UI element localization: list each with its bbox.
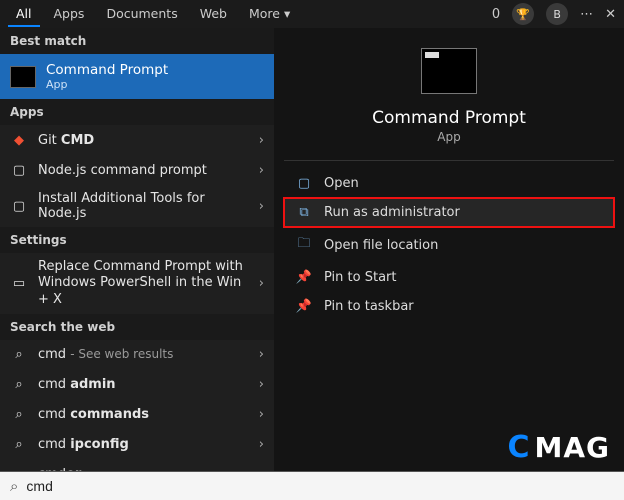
settings-icon: ▭ bbox=[10, 274, 28, 292]
settings-header: Settings bbox=[0, 227, 274, 253]
web-header: Search the web bbox=[0, 314, 274, 340]
search-input[interactable] bbox=[26, 478, 614, 494]
chevron-right-icon: › bbox=[259, 377, 264, 392]
command-prompt-icon bbox=[10, 66, 36, 88]
pin-icon: 📌 bbox=[296, 299, 312, 314]
tab-all[interactable]: All bbox=[8, 2, 40, 27]
preview-subtitle: App bbox=[437, 130, 460, 144]
chevron-right-icon: › bbox=[259, 276, 264, 291]
terminal-icon: ▢ bbox=[10, 197, 28, 215]
settings-item-replace-cmd[interactable]: ▭ Replace Command Prompt with Windows Po… bbox=[0, 253, 274, 314]
options-icon[interactable]: ⋯ bbox=[580, 7, 593, 22]
search-icon: ⌕ bbox=[10, 477, 18, 495]
search-icon: ⌕ bbox=[10, 376, 28, 394]
tab-more[interactable]: More ▾ bbox=[241, 2, 298, 27]
command-prompt-large-icon bbox=[421, 48, 477, 94]
web-item-cmd-ipconfig[interactable]: ⌕ cmd ipconfig › bbox=[0, 430, 274, 460]
open-icon: ▢ bbox=[296, 176, 312, 191]
watermark-logo: CMAG bbox=[507, 430, 610, 465]
rewards-points[interactable]: 0 bbox=[492, 7, 500, 22]
admin-icon: ⧉ bbox=[296, 205, 312, 220]
best-match-subtitle: App bbox=[46, 78, 168, 91]
chevron-right-icon: › bbox=[259, 163, 264, 178]
web-item-cmd[interactable]: ⌕ cmd - See web results › bbox=[0, 340, 274, 370]
terminal-icon: ▢ bbox=[10, 161, 28, 179]
divider bbox=[284, 160, 614, 161]
search-icon: ⌕ bbox=[10, 346, 28, 364]
action-open[interactable]: ▢ Open bbox=[284, 169, 614, 198]
app-item-nodejs-tools[interactable]: ▢ Install Additional Tools for Node.js › bbox=[0, 185, 274, 227]
chevron-right-icon: › bbox=[259, 437, 264, 452]
preview-title: Command Prompt bbox=[372, 108, 526, 128]
rewards-icon[interactable]: 🏆 bbox=[512, 3, 534, 25]
close-icon[interactable]: ✕ bbox=[605, 7, 616, 22]
action-run-as-administrator[interactable]: ⧉ Run as administrator bbox=[284, 198, 614, 227]
tab-web[interactable]: Web bbox=[192, 2, 235, 27]
chevron-right-icon: › bbox=[259, 199, 264, 214]
folder-icon: 🗀 bbox=[296, 234, 312, 256]
scope-tabs: All Apps Documents Web More ▾ 0 🏆 B ⋯ ✕ bbox=[0, 0, 624, 28]
best-match-item[interactable]: Command Prompt App bbox=[0, 54, 274, 99]
tab-documents[interactable]: Documents bbox=[98, 2, 185, 27]
apps-header: Apps bbox=[0, 99, 274, 125]
search-bar: ⌕ bbox=[0, 471, 624, 500]
action-pin-to-start[interactable]: 📌 Pin to Start bbox=[284, 263, 614, 292]
preview-panel: Command Prompt App ▢ Open ⧉ Run as admin… bbox=[274, 28, 624, 471]
chevron-right-icon: › bbox=[259, 133, 264, 148]
chevron-right-icon: › bbox=[259, 347, 264, 362]
web-item-cmd-commands[interactable]: ⌕ cmd commands › bbox=[0, 400, 274, 430]
tab-apps[interactable]: Apps bbox=[46, 2, 93, 27]
action-pin-to-taskbar[interactable]: 📌 Pin to taskbar bbox=[284, 292, 614, 321]
web-item-cmder[interactable]: ⌕ cmder › bbox=[0, 460, 274, 471]
avatar[interactable]: B bbox=[546, 3, 568, 25]
search-icon: ⌕ bbox=[10, 436, 28, 454]
app-item-nodejs-prompt[interactable]: ▢ Node.js command prompt › bbox=[0, 155, 274, 185]
chevron-down-icon: ▾ bbox=[284, 6, 290, 21]
best-match-header: Best match bbox=[0, 28, 274, 54]
pin-icon: 📌 bbox=[296, 270, 312, 285]
app-item-git-cmd[interactable]: ◆ Git CMD › bbox=[0, 125, 274, 155]
action-open-file-location[interactable]: 🗀 Open file location bbox=[284, 227, 614, 263]
git-icon: ◆ bbox=[10, 131, 28, 149]
results-panel: Best match Command Prompt App Apps ◆ Git… bbox=[0, 28, 274, 471]
search-icon: ⌕ bbox=[10, 406, 28, 424]
web-item-cmd-admin[interactable]: ⌕ cmd admin › bbox=[0, 370, 274, 400]
chevron-right-icon: › bbox=[259, 407, 264, 422]
best-match-title: Command Prompt bbox=[46, 62, 168, 78]
